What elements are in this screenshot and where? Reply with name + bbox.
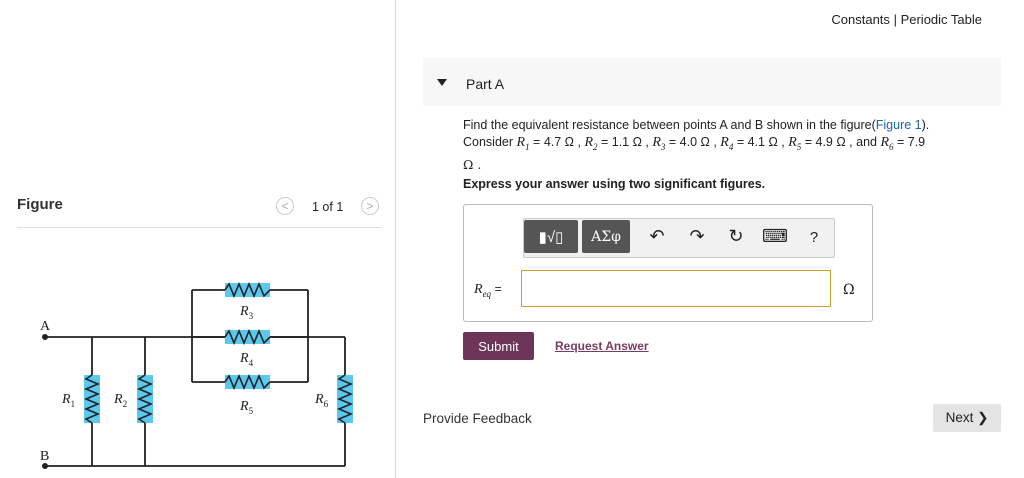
answer-input[interactable] xyxy=(521,270,831,307)
r4-label: R4 xyxy=(239,351,254,368)
reset-icon[interactable]: ↻ xyxy=(725,226,747,247)
figure-link[interactable]: Figure 1 xyxy=(876,118,922,132)
provide-feedback-link[interactable]: Provide Feedback xyxy=(423,411,532,426)
nav-separator: | xyxy=(893,12,897,27)
r6-label: R6 xyxy=(314,392,329,409)
resistor-value-1: R1 = 4.7 Ω , xyxy=(516,135,585,152)
top-nav: Constants | Periodic Table xyxy=(831,12,982,27)
panel-divider xyxy=(395,0,396,478)
resistor-value-2: R2 = 1.1 Ω , xyxy=(584,135,653,152)
part-a-header[interactable] xyxy=(423,58,1001,106)
resistor-value-4: R4 = 4.1 Ω , xyxy=(720,135,789,152)
r3-label: R3 xyxy=(239,304,254,321)
terminal-b-label: B xyxy=(40,449,49,464)
keyboard-icon[interactable]: ⌨ xyxy=(762,226,788,247)
greek-symbols-button[interactable]: ΑΣφ xyxy=(582,220,630,253)
problem-statement: Find the equivalent resistance between p… xyxy=(463,118,930,172)
resistor-value-5: R5 = 4.9 Ω , and xyxy=(788,135,881,152)
collapse-triangle-icon[interactable] xyxy=(437,79,447,86)
redo-icon[interactable]: ↷ xyxy=(686,226,708,247)
figure-pager: 1 of 1 xyxy=(312,200,344,214)
resistor-value-3: R3 = 4.0 Ω , xyxy=(652,135,721,152)
r5-label: R5 xyxy=(239,399,254,416)
req-label: Req = xyxy=(474,282,502,299)
r1-label: R1 xyxy=(61,392,75,409)
terminal-a-dot xyxy=(42,334,48,340)
constants-link[interactable]: Constants xyxy=(831,12,890,27)
terminal-a-label: A xyxy=(40,319,51,334)
periodic-table-link[interactable]: Periodic Table xyxy=(901,12,982,27)
circuit-diagram: A B R1 R2 R3 R4 R5 R6 xyxy=(40,281,354,469)
next-figure-button[interactable]: > xyxy=(361,197,379,215)
submit-button[interactable]: Submit xyxy=(463,332,534,360)
next-button[interactable]: Next ❯ xyxy=(933,404,1001,432)
request-answer-link[interactable]: Request Answer xyxy=(555,339,649,353)
part-title: Part A xyxy=(466,76,505,92)
figure-title: Figure xyxy=(17,196,63,213)
r2-label: R2 xyxy=(113,392,127,409)
template-button[interactable]: ▮√▯ xyxy=(524,220,578,253)
figure-header-divider xyxy=(17,227,381,228)
resistor-value-6: R6 = 7.9 xyxy=(880,135,926,152)
unit-label: Ω xyxy=(843,282,855,298)
help-icon[interactable]: ? xyxy=(803,229,825,246)
prev-figure-button[interactable]: < xyxy=(276,197,294,215)
undo-icon[interactable]: ↶ xyxy=(646,226,668,247)
instruction-text: Express your answer using two significan… xyxy=(463,177,766,191)
